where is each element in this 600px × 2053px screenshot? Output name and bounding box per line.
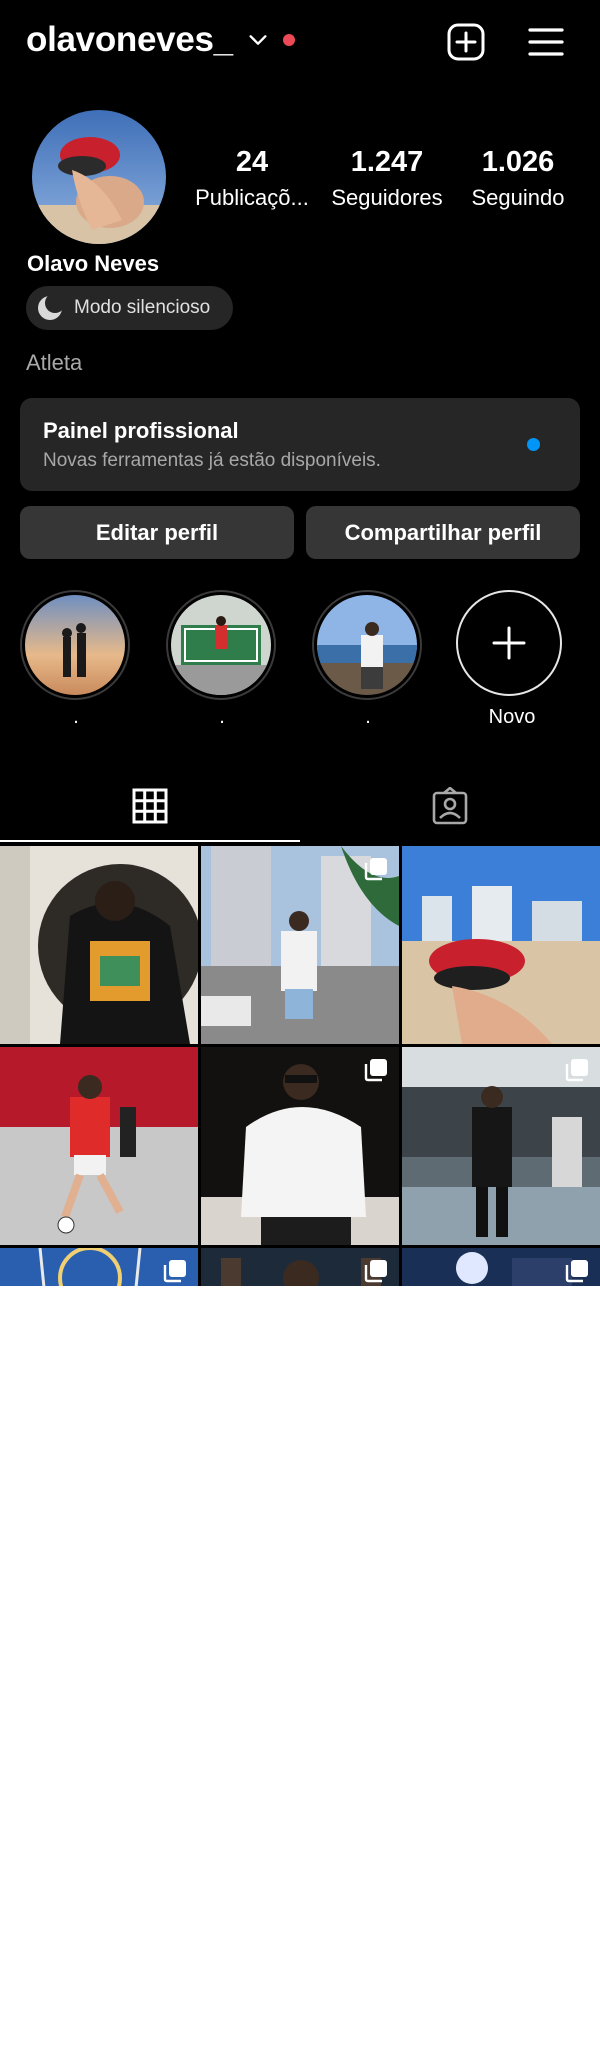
share-profile-button[interactable]: Compartilhar perfil	[306, 506, 580, 559]
account-switcher[interactable]: olavoneves_	[26, 20, 295, 60]
multiple-photos-icon	[565, 1260, 588, 1283]
tab-posts-grid[interactable]	[0, 770, 300, 842]
highlight-label: .	[219, 706, 225, 728]
new-highlight-ring	[456, 590, 562, 696]
posts-grid	[0, 846, 600, 1286]
post-thumbnail[interactable]	[201, 1047, 399, 1245]
new-indicator-dot	[527, 438, 540, 451]
followers-label: Seguidores	[331, 185, 443, 210]
profile-stats: 24 Publicaçõ... 1.247 Seguidores 1.026 S…	[194, 146, 574, 216]
post-thumbnail[interactable]	[402, 1047, 600, 1245]
quiet-mode-chip[interactable]: Modo silencioso	[26, 286, 233, 330]
highlight-thumbnail	[171, 595, 271, 695]
post-thumbnail[interactable]	[402, 1248, 600, 1286]
highlight-label: Novo	[488, 706, 536, 728]
followers-stat[interactable]: 1.247 Seguidores	[324, 146, 450, 211]
highlight-ring	[20, 590, 130, 700]
multiple-photos-icon	[163, 1260, 186, 1283]
post-thumbnail[interactable]	[0, 1047, 198, 1245]
highlight-thumbnail	[25, 595, 125, 695]
profile-screen: olavoneves_ 24 Publicaçõ... 1.247 Seguid…	[0, 0, 600, 1286]
post-thumbnail[interactable]	[0, 1248, 198, 1286]
highlight-item[interactable]: .	[312, 590, 424, 728]
highlight-item[interactable]: .	[166, 590, 278, 728]
multiple-photos-icon	[364, 1260, 387, 1283]
posts-label: Publicaçõ...	[195, 185, 309, 210]
following-label: Seguindo	[471, 185, 565, 210]
multiple-photos-icon	[364, 858, 387, 881]
professional-dashboard[interactable]: Painel profissional Novas ferramentas já…	[20, 398, 580, 491]
post-thumbnail[interactable]	[201, 846, 399, 1044]
post-thumbnail[interactable]	[0, 846, 198, 1044]
pro-panel-title: Painel profissional	[43, 418, 239, 443]
highlight-ring	[312, 590, 422, 700]
quiet-mode-label: Modo silencioso	[74, 297, 211, 318]
active-tab-indicator	[0, 840, 300, 842]
add-post-icon[interactable]	[446, 22, 486, 62]
post-thumbnail[interactable]	[402, 846, 600, 1044]
new-highlight-button[interactable]: Novo	[456, 590, 568, 728]
top-bar: olavoneves_	[0, 0, 600, 90]
pro-panel-subtitle: Novas ferramentas já estão disponíveis.	[43, 450, 381, 471]
highlight-thumbnail	[317, 595, 417, 695]
highlight-label: .	[365, 706, 371, 728]
tagged-icon	[432, 787, 468, 825]
notification-dot	[282, 34, 295, 46]
username: olavoneves_	[26, 20, 233, 59]
posts-count: 24	[235, 146, 269, 178]
plus-icon	[492, 626, 526, 660]
menu-icon[interactable]	[526, 22, 566, 62]
highlight-ring	[166, 590, 276, 700]
moon-icon	[38, 294, 64, 320]
multiple-photos-icon	[364, 1059, 387, 1082]
grid-icon	[132, 788, 168, 824]
post-thumbnail[interactable]	[201, 1248, 399, 1286]
profile-category: Atleta	[26, 350, 83, 375]
avatar[interactable]	[32, 110, 166, 244]
tab-tagged[interactable]	[300, 770, 600, 842]
following-stat[interactable]: 1.026 Seguindo	[462, 146, 574, 211]
full-name: Olavo Neves	[27, 251, 160, 276]
multiple-photos-icon	[565, 1059, 588, 1082]
edit-profile-button[interactable]: Editar perfil	[20, 506, 294, 559]
followers-count: 1.247	[350, 146, 424, 178]
highlight-item[interactable]: .	[20, 590, 132, 728]
chevron-down-icon	[249, 35, 267, 45]
highlight-label: .	[73, 706, 79, 728]
following-count: 1.026	[481, 146, 555, 178]
posts-stat[interactable]: 24 Publicaçõ...	[194, 146, 310, 211]
